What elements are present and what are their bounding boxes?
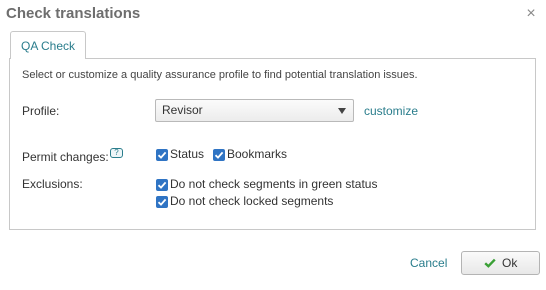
ok-button-label: Ok [502,256,518,270]
dialog-title: Check translations [6,5,141,22]
permit-changes-label: Permit changes: [22,150,109,164]
cancel-button[interactable]: Cancel [410,256,447,270]
profile-label: Profile: [22,104,60,118]
exclude-green-status-checkbox[interactable] [156,179,168,191]
checkmark-icon [157,181,167,189]
bookmarks-checkbox[interactable] [213,149,225,161]
panel-description: Select or customize a quality assurance … [22,69,418,81]
chevron-down-icon [338,108,346,114]
checkmark-icon [484,258,496,268]
profile-select[interactable]: Revisor [155,99,354,122]
status-checkbox[interactable] [156,149,168,161]
profile-select-value: Revisor [162,103,203,117]
help-icon[interactable]: ? [110,148,123,158]
checkmark-icon [157,198,167,206]
exclude-locked-checkbox[interactable] [156,196,168,208]
exclude-green-status-label[interactable]: Do not check segments in green status [170,177,377,191]
bookmarks-checkbox-label[interactable]: Bookmarks [227,147,287,161]
exclude-locked-label[interactable]: Do not check locked segments [170,194,333,208]
exclusions-label: Exclusions: [22,177,83,191]
checkmark-icon [157,151,167,159]
check-translations-dialog: Check translations × QA Check Select or … [0,0,546,290]
close-icon[interactable]: × [524,6,538,22]
tab-qa-check[interactable]: QA Check [10,31,86,59]
ok-button[interactable]: Ok [461,251,540,275]
status-checkbox-label[interactable]: Status [170,147,204,161]
checkmark-icon [214,151,224,159]
customize-link[interactable]: customize [364,104,418,118]
